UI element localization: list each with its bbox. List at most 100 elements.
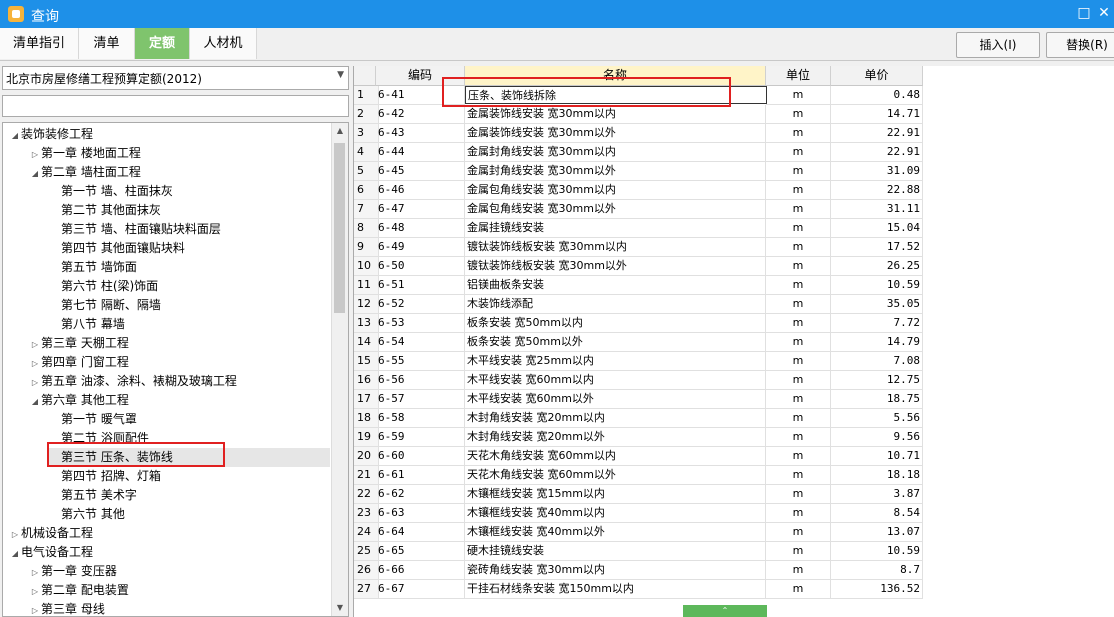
table-row[interactable]: 17 6-57 木平线安装 宽60mm以外 m 18.75 — [354, 390, 924, 409]
code-cell: 6-65 — [376, 542, 465, 561]
table-row[interactable]: 21 6-61 天花木角线安装 宽60mm以外 m 18.18 — [354, 466, 924, 485]
table-row[interactable]: 16 6-56 木平线安装 宽60mm以内 m 12.75 — [354, 371, 924, 390]
table-row[interactable]: 10 6-50 镀钛装饰线板安装 宽30mm以外 m 26.25 — [354, 257, 924, 276]
tree-node[interactable]: ▷ 第五章 油漆、涂料、裱糊及玻璃工程 — [29, 372, 330, 391]
tree-node[interactable]: ▷ 机械设备工程 — [9, 524, 330, 543]
expand-icon[interactable]: ▷ — [29, 582, 41, 601]
tree-node-label: 第三节 墙、柱面镶贴块料面层 — [61, 222, 221, 236]
panel-expand-handle[interactable]: ⌃ — [683, 605, 767, 617]
code-cell: 6-50 — [376, 257, 465, 276]
name-cell: 镀钛装饰线板安装 宽30mm以内 — [465, 238, 766, 257]
tree-node-label: 机械设备工程 — [21, 526, 94, 540]
tree-node[interactable]: ▷ 第四章 门窗工程 — [29, 353, 330, 372]
tree-node[interactable]: ▷ 第三章 母线 — [29, 600, 330, 616]
table-row[interactable]: 7 6-47 金属包角线安装 宽30mm以外 m 31.11 — [354, 200, 924, 219]
tree-node[interactable]: ▷ 第一章 楼地面工程 — [29, 144, 330, 163]
table-row[interactable]: 15 6-55 木平线安装 宽25mm以内 m 7.08 — [354, 352, 924, 371]
scroll-thumb[interactable] — [334, 143, 345, 313]
table-row[interactable]: 18 6-58 木封角线安装 宽20mm以内 m 5.56 — [354, 409, 924, 428]
expand-icon[interactable]: ▷ — [29, 601, 41, 616]
search-input[interactable] — [2, 95, 349, 117]
table-row[interactable]: 14 6-54 板条安装 宽50mm以外 m 14.79 — [354, 333, 924, 352]
collapse-icon[interactable]: ◢ — [29, 392, 41, 411]
expand-icon[interactable]: ▷ — [29, 354, 41, 373]
tree-node[interactable]: ▷ 第二章 配电装置 — [29, 581, 330, 600]
tree-node-label: 第六章 其他工程 — [41, 393, 129, 407]
expand-icon[interactable]: ▷ — [29, 145, 41, 164]
name-cell: 天花木角线安装 宽60mm以内 — [465, 447, 766, 466]
chevron-down-icon[interactable]: ▼ — [337, 70, 344, 80]
tab-bill[interactable]: 清单 — [79, 28, 135, 59]
table-row[interactable]: 8 6-48 金属挂镜线安装 m 15.04 — [354, 219, 924, 238]
highlight-box-tree — [47, 442, 225, 467]
tree-node-label: 第一节 墙、柱面抹灰 — [61, 184, 173, 198]
code-cell: 6-49 — [376, 238, 465, 257]
tree-node-label: 第一章 楼地面工程 — [41, 146, 141, 160]
table-row[interactable]: 9 6-49 镀钛装饰线板安装 宽30mm以内 m 17.52 — [354, 238, 924, 257]
table-row[interactable]: 24 6-64 木镶框线安装 宽40mm以外 m 13.07 — [354, 523, 924, 542]
expand-icon[interactable]: ▷ — [29, 373, 41, 392]
tab-quota[interactable]: 定额 — [135, 28, 190, 59]
tree-node[interactable]: 第二节 其他面抹灰 — [49, 201, 330, 220]
table-row[interactable]: 13 6-53 板条安装 宽50mm以内 m 7.72 — [354, 314, 924, 333]
expand-icon[interactable]: ▷ — [9, 525, 21, 544]
tree-node[interactable]: ◢ 电气设备工程 — [9, 543, 330, 562]
tree-node[interactable]: 第六节 其他 — [49, 505, 330, 524]
unit-cell: m — [766, 485, 831, 504]
table-row[interactable]: 12 6-52 木装饰线添配 m 35.05 — [354, 295, 924, 314]
table-row[interactable]: 19 6-59 木封角线安装 宽20mm以外 m 9.56 — [354, 428, 924, 447]
tree-node[interactable]: 第四节 其他面镶贴块料 — [49, 239, 330, 258]
price-cell: 10.71 — [831, 447, 923, 466]
maximize-icon[interactable]: □ — [1076, 5, 1092, 21]
table-row[interactable]: 25 6-65 硬木挂镜线安装 m 10.59 — [354, 542, 924, 561]
tree-node[interactable]: 第八节 幕墙 — [49, 315, 330, 334]
table-row[interactable]: 5 6-45 金属封角线安装 宽30mm以外 m 31.09 — [354, 162, 924, 181]
tab-bill-guide[interactable]: 清单指引 — [0, 28, 79, 59]
tree-node-label: 第五节 美术字 — [61, 488, 137, 502]
tree-node[interactable]: 第一节 墙、柱面抹灰 — [49, 182, 330, 201]
price-cell: 35.05 — [831, 295, 923, 314]
table-row[interactable]: 2 6-42 金属装饰线安装 宽30mm以内 m 14.71 — [354, 105, 924, 124]
header-price[interactable]: 单价 — [831, 66, 923, 86]
expand-icon[interactable]: ▷ — [29, 335, 41, 354]
library-select[interactable]: 北京市房屋修缮工程预算定额(2012) ▼ — [2, 66, 349, 90]
tree-node-label: 第一章 变压器 — [41, 564, 117, 578]
price-cell: 22.88 — [831, 181, 923, 200]
tree-node[interactable]: 第四节 招牌、灯箱 — [49, 467, 330, 486]
scroll-down-icon[interactable]: ▼ — [332, 600, 348, 616]
table-row[interactable]: 26 6-66 瓷砖角线安装 宽30mm以内 m 8.7 — [354, 561, 924, 580]
tree-node[interactable]: ◢ 装饰装修工程 — [9, 125, 330, 144]
tree-node[interactable]: 第六节 柱(梁)饰面 — [49, 277, 330, 296]
tree-node[interactable]: 第七节 隔断、隔墙 — [49, 296, 330, 315]
tree-node[interactable]: ◢ 第二章 墙柱面工程 — [29, 163, 330, 182]
table-row[interactable]: 27 6-67 干挂石材线条安装 宽150mm以内 m 136.52 — [354, 580, 924, 599]
collapse-icon[interactable]: ◢ — [29, 164, 41, 183]
tree-node[interactable]: 第一节 暖气罩 — [49, 410, 330, 429]
name-cell: 木封角线安装 宽20mm以外 — [465, 428, 766, 447]
replace-button[interactable]: 替换(R) — [1046, 32, 1114, 58]
collapse-icon[interactable]: ◢ — [9, 544, 21, 563]
expand-icon[interactable]: ▷ — [29, 563, 41, 582]
header-unit[interactable]: 单位 — [766, 66, 831, 86]
tree-node[interactable]: 第五节 墙饰面 — [49, 258, 330, 277]
unit-cell: m — [766, 143, 831, 162]
table-row[interactable]: 20 6-60 天花木角线安装 宽60mm以内 m 10.71 — [354, 447, 924, 466]
table-row[interactable]: 3 6-43 金属装饰线安装 宽30mm以外 m 22.91 — [354, 124, 924, 143]
close-icon[interactable]: ✕ — [1096, 5, 1112, 21]
tree-node[interactable]: ◢ 第六章 其他工程 — [29, 391, 330, 410]
tree-scrollbar[interactable]: ▲ ▼ — [331, 123, 348, 616]
table-row[interactable]: 22 6-62 木镶框线安装 宽15mm以内 m 3.87 — [354, 485, 924, 504]
table-row[interactable]: 23 6-63 木镶框线安装 宽40mm以内 m 8.54 — [354, 504, 924, 523]
scroll-up-icon[interactable]: ▲ — [332, 123, 348, 139]
tree-node[interactable]: 第三节 墙、柱面镶贴块料面层 — [49, 220, 330, 239]
table-row[interactable]: 4 6-44 金属封角线安装 宽30mm以内 m 22.91 — [354, 143, 924, 162]
price-cell: 8.54 — [831, 504, 923, 523]
tree-node[interactable]: ▷ 第一章 变压器 — [29, 562, 330, 581]
table-row[interactable]: 11 6-51 铝镁曲板条安装 m 10.59 — [354, 276, 924, 295]
insert-button[interactable]: 插入(I) — [956, 32, 1040, 58]
table-row[interactable]: 6 6-46 金属包角线安装 宽30mm以内 m 22.88 — [354, 181, 924, 200]
collapse-icon[interactable]: ◢ — [9, 126, 21, 145]
tree-node[interactable]: 第五节 美术字 — [49, 486, 330, 505]
tree-node[interactable]: ▷ 第三章 天棚工程 — [29, 334, 330, 353]
tab-labor-material-machine[interactable]: 人材机 — [190, 28, 257, 59]
